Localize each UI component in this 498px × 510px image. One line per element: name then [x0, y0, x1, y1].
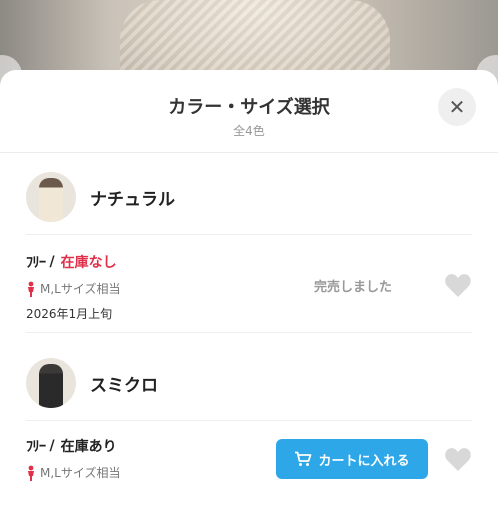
add-to-cart-label: カートに入れる — [318, 453, 410, 469]
product-image-backdrop — [0, 0, 498, 80]
color-count: 全4色 — [233, 124, 265, 138]
product-photo — [120, 0, 390, 80]
size-separator: / — [49, 438, 55, 454]
color-name: ナチュラル — [90, 189, 175, 210]
person-icon — [28, 465, 34, 481]
sheet-header: カラー・サイズ選択 全4色 ✕ — [0, 70, 498, 153]
heart-icon[interactable] — [444, 446, 472, 472]
arrival-date: 2026年1月上旬 — [26, 307, 113, 321]
divider — [26, 420, 472, 421]
close-icon: ✕ — [448, 95, 466, 119]
cart-icon — [295, 451, 312, 466]
fit-size: M,Lサイズ相当 — [40, 466, 121, 480]
divider — [26, 332, 472, 333]
color-header-natural: ナチュラル — [26, 172, 175, 222]
color-name: スミクロ — [90, 375, 158, 396]
add-to-cart-button[interactable]: カートに入れる — [276, 439, 428, 479]
sold-out-label: 完売しました — [313, 280, 392, 295]
heart-icon[interactable] — [444, 272, 472, 298]
person-icon — [28, 281, 34, 297]
color-thumbnail — [26, 358, 76, 408]
sheet-title: カラー・サイズ選択 — [168, 97, 330, 118]
fit-size: M,Lサイズ相当 — [40, 282, 121, 296]
close-button[interactable]: ✕ — [438, 88, 476, 126]
stock-status: 在庫あり — [60, 439, 117, 455]
variant-row: ﾌﾘｰ / 在庫なし M,Lサイズ相当 2026年1月上旬 — [26, 252, 472, 322]
color-size-sheet: カラー・サイズ選択 全4色 ✕ ナチュラル ﾌﾘｰ / 在庫なし M,Lサイズ相… — [0, 70, 498, 510]
size-label: ﾌﾘｰ — [26, 439, 46, 455]
divider — [26, 234, 472, 235]
size-label: ﾌﾘｰ — [26, 255, 46, 271]
size-separator: / — [49, 254, 55, 270]
stock-status: 在庫なし — [60, 255, 117, 271]
color-thumbnail — [26, 172, 76, 222]
color-header-sumikuro: スミクロ — [26, 358, 158, 408]
